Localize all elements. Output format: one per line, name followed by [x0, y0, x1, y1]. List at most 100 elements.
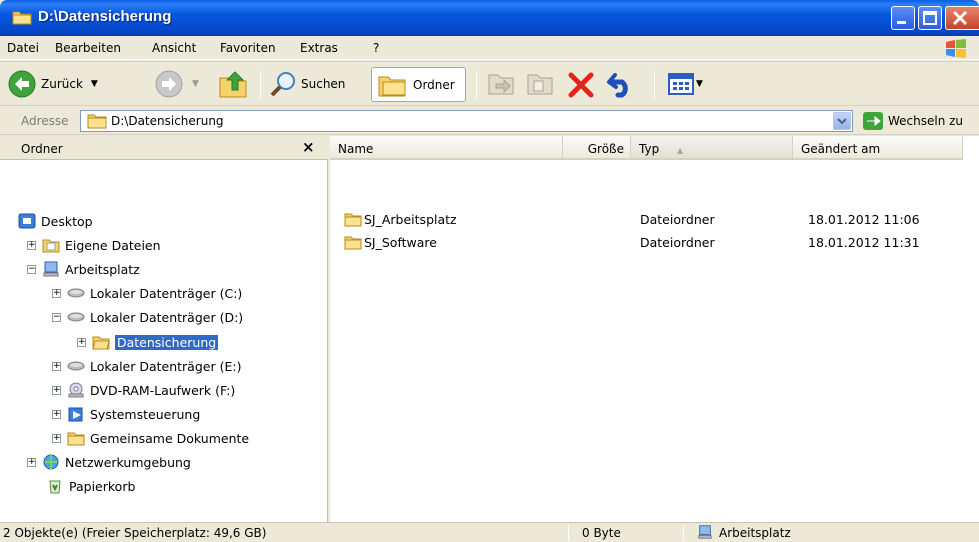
- expand-icon[interactable]: +: [52, 409, 61, 419]
- search-icon: [270, 72, 295, 97]
- tree-item-systemsteuerung[interactable]: + Systemsteuerung: [52, 404, 200, 424]
- tree-item-papierkorb[interactable]: Papierkorb: [46, 476, 135, 496]
- expand-icon[interactable]: +: [52, 433, 61, 443]
- tree-item-label: Papierkorb: [69, 478, 136, 494]
- status-objects: 2 Objekte(e) (Freier Speicherplatz: 49,6…: [3, 526, 267, 540]
- views-dropdown-icon[interactable]: ▼: [696, 79, 703, 89]
- go-label: Wechseln zu: [888, 114, 964, 128]
- back-arrow-icon: [8, 70, 36, 98]
- back-button[interactable]: Zurück ▼: [7, 69, 98, 99]
- menu-bearbeiten[interactable]: Bearbeiten: [55, 41, 121, 55]
- tree-item-label: Desktop: [41, 213, 93, 229]
- column-header-modified[interactable]: Geändert am: [793, 136, 963, 160]
- column-header-type[interactable]: Typ ▲: [631, 136, 793, 160]
- tree-item-datensicherung[interactable]: + Datensicherung: [77, 332, 219, 352]
- chevron-down-icon: [837, 118, 847, 125]
- expand-icon[interactable]: +: [52, 361, 61, 371]
- sort-ascending-icon: ▲: [677, 146, 684, 155]
- menu-help[interactable]: ?: [373, 41, 379, 55]
- move-to-icon: [488, 74, 514, 95]
- file-name: SJ_Software: [364, 235, 437, 250]
- delete-button[interactable]: [566, 70, 596, 100]
- address-bar: Adresse D:\Datensicherung Wechseln zu: [0, 107, 979, 135]
- close-button[interactable]: [945, 6, 979, 30]
- tree-item-eigene-dateien[interactable]: + Eigene Dateien: [27, 235, 161, 255]
- folder-pane-close-icon[interactable]: ×: [302, 138, 315, 156]
- tree-item-label: Netzwerkumgebung: [65, 454, 191, 470]
- folder-icon: [344, 234, 362, 253]
- toolbar: Zurück ▼ ▼ Suchen Ordner ▼: [0, 61, 979, 106]
- control-panel-icon: [67, 406, 85, 422]
- list-item[interactable]: SJ_Software Dateiordner 18.01.2012 11:31: [330, 233, 979, 253]
- folder-tree-pane: Ordner × Desktop + Eigene Dateien − Arbe…: [0, 136, 328, 522]
- address-label: Adresse: [21, 114, 69, 128]
- list-item[interactable]: SJ_Arbeitsplatz Dateiordner 18.01.2012 1…: [330, 210, 979, 230]
- folder-up-icon: [219, 71, 247, 98]
- copy-to-icon: [527, 74, 553, 95]
- tree-item-label: DVD-RAM-Laufwerk (F:): [90, 382, 236, 398]
- address-dropdown-button[interactable]: [833, 112, 851, 130]
- tree-item-drive-c[interactable]: + Lokaler Datenträger (C:): [52, 283, 242, 303]
- folders-label: Ordner: [413, 78, 455, 92]
- title-bar[interactable]: D:\Datensicherung: [0, 0, 979, 36]
- up-folder-button[interactable]: [217, 68, 249, 100]
- my-computer-icon: [697, 524, 713, 542]
- folder-icon: [87, 113, 107, 132]
- tree-item-netzwerkumgebung[interactable]: + Netzwerkumgebung: [27, 452, 191, 472]
- file-name: SJ_Arbeitsplatz: [364, 212, 457, 227]
- menu-ansicht[interactable]: Ansicht: [152, 41, 196, 55]
- menu-bar: Datei Bearbeiten Ansicht Favoriten Extra…: [0, 36, 979, 60]
- file-modified: 18.01.2012 11:31: [808, 235, 920, 250]
- tree-item-dvd-drive[interactable]: + DVD-RAM-Laufwerk (F:): [52, 380, 235, 400]
- drive-icon: [67, 285, 85, 301]
- tree-item-arbeitsplatz[interactable]: − Arbeitsplatz: [27, 259, 140, 279]
- menu-extras[interactable]: Extras: [300, 41, 338, 55]
- search-button[interactable]: Suchen: [268, 70, 345, 98]
- tree-item-drive-e[interactable]: + Lokaler Datenträger (E:): [52, 356, 241, 376]
- menu-datei[interactable]: Datei: [7, 41, 39, 55]
- expand-icon[interactable]: +: [52, 385, 61, 395]
- menu-favoriten[interactable]: Favoriten: [220, 41, 276, 55]
- copy-to-button[interactable]: [525, 70, 555, 98]
- address-input[interactable]: D:\Datensicherung: [80, 110, 853, 132]
- file-modified: 18.01.2012 11:06: [808, 212, 920, 227]
- dvd-drive-icon: [67, 382, 85, 398]
- recycle-bin-icon: [46, 478, 64, 494]
- folders-button[interactable]: Ordner: [371, 67, 466, 102]
- tree-item-label: Systemsteuerung: [90, 406, 201, 422]
- undo-icon: [607, 73, 628, 98]
- views-button[interactable]: ▼: [667, 71, 703, 97]
- address-value: D:\Datensicherung: [111, 114, 224, 128]
- folder-open-icon: [92, 334, 110, 350]
- views-icon: [668, 73, 694, 95]
- undo-button[interactable]: [606, 69, 636, 99]
- my-documents-icon: [42, 237, 60, 253]
- tree-item-label: Datensicherung: [115, 334, 219, 350]
- column-header-name[interactable]: Name: [330, 136, 563, 160]
- tree-item-label: Lokaler Datenträger (D:): [90, 309, 244, 325]
- expand-icon[interactable]: +: [27, 240, 36, 250]
- status-divider: [568, 525, 569, 541]
- expand-icon[interactable]: +: [52, 288, 61, 298]
- collapse-icon[interactable]: −: [52, 312, 61, 322]
- tree-item-label: Gemeinsame Dokumente: [90, 430, 250, 446]
- collapse-icon[interactable]: −: [27, 264, 36, 274]
- column-header-size[interactable]: Größe: [563, 136, 631, 160]
- status-location: Arbeitsplatz: [719, 526, 791, 540]
- search-label: Suchen: [301, 77, 346, 91]
- desktop-icon: [18, 213, 36, 229]
- expand-icon[interactable]: +: [77, 337, 86, 347]
- file-type: Dateiordner: [640, 212, 715, 227]
- minimize-button[interactable]: [891, 6, 915, 30]
- expand-icon[interactable]: +: [27, 457, 36, 467]
- delete-icon: [568, 72, 594, 98]
- go-button[interactable]: Wechseln zu: [862, 111, 963, 131]
- back-dropdown-icon[interactable]: ▼: [91, 79, 98, 89]
- forward-button[interactable]: ▼: [154, 69, 199, 99]
- tree-item-gemeinsame-dokumente[interactable]: + Gemeinsame Dokumente: [52, 428, 249, 448]
- tree-item-drive-d[interactable]: − Lokaler Datenträger (D:): [52, 307, 243, 327]
- tree-item-desktop[interactable]: Desktop: [18, 211, 93, 231]
- move-to-button[interactable]: [486, 70, 516, 98]
- forward-dropdown-icon[interactable]: ▼: [192, 79, 199, 89]
- maximize-button[interactable]: [918, 6, 942, 30]
